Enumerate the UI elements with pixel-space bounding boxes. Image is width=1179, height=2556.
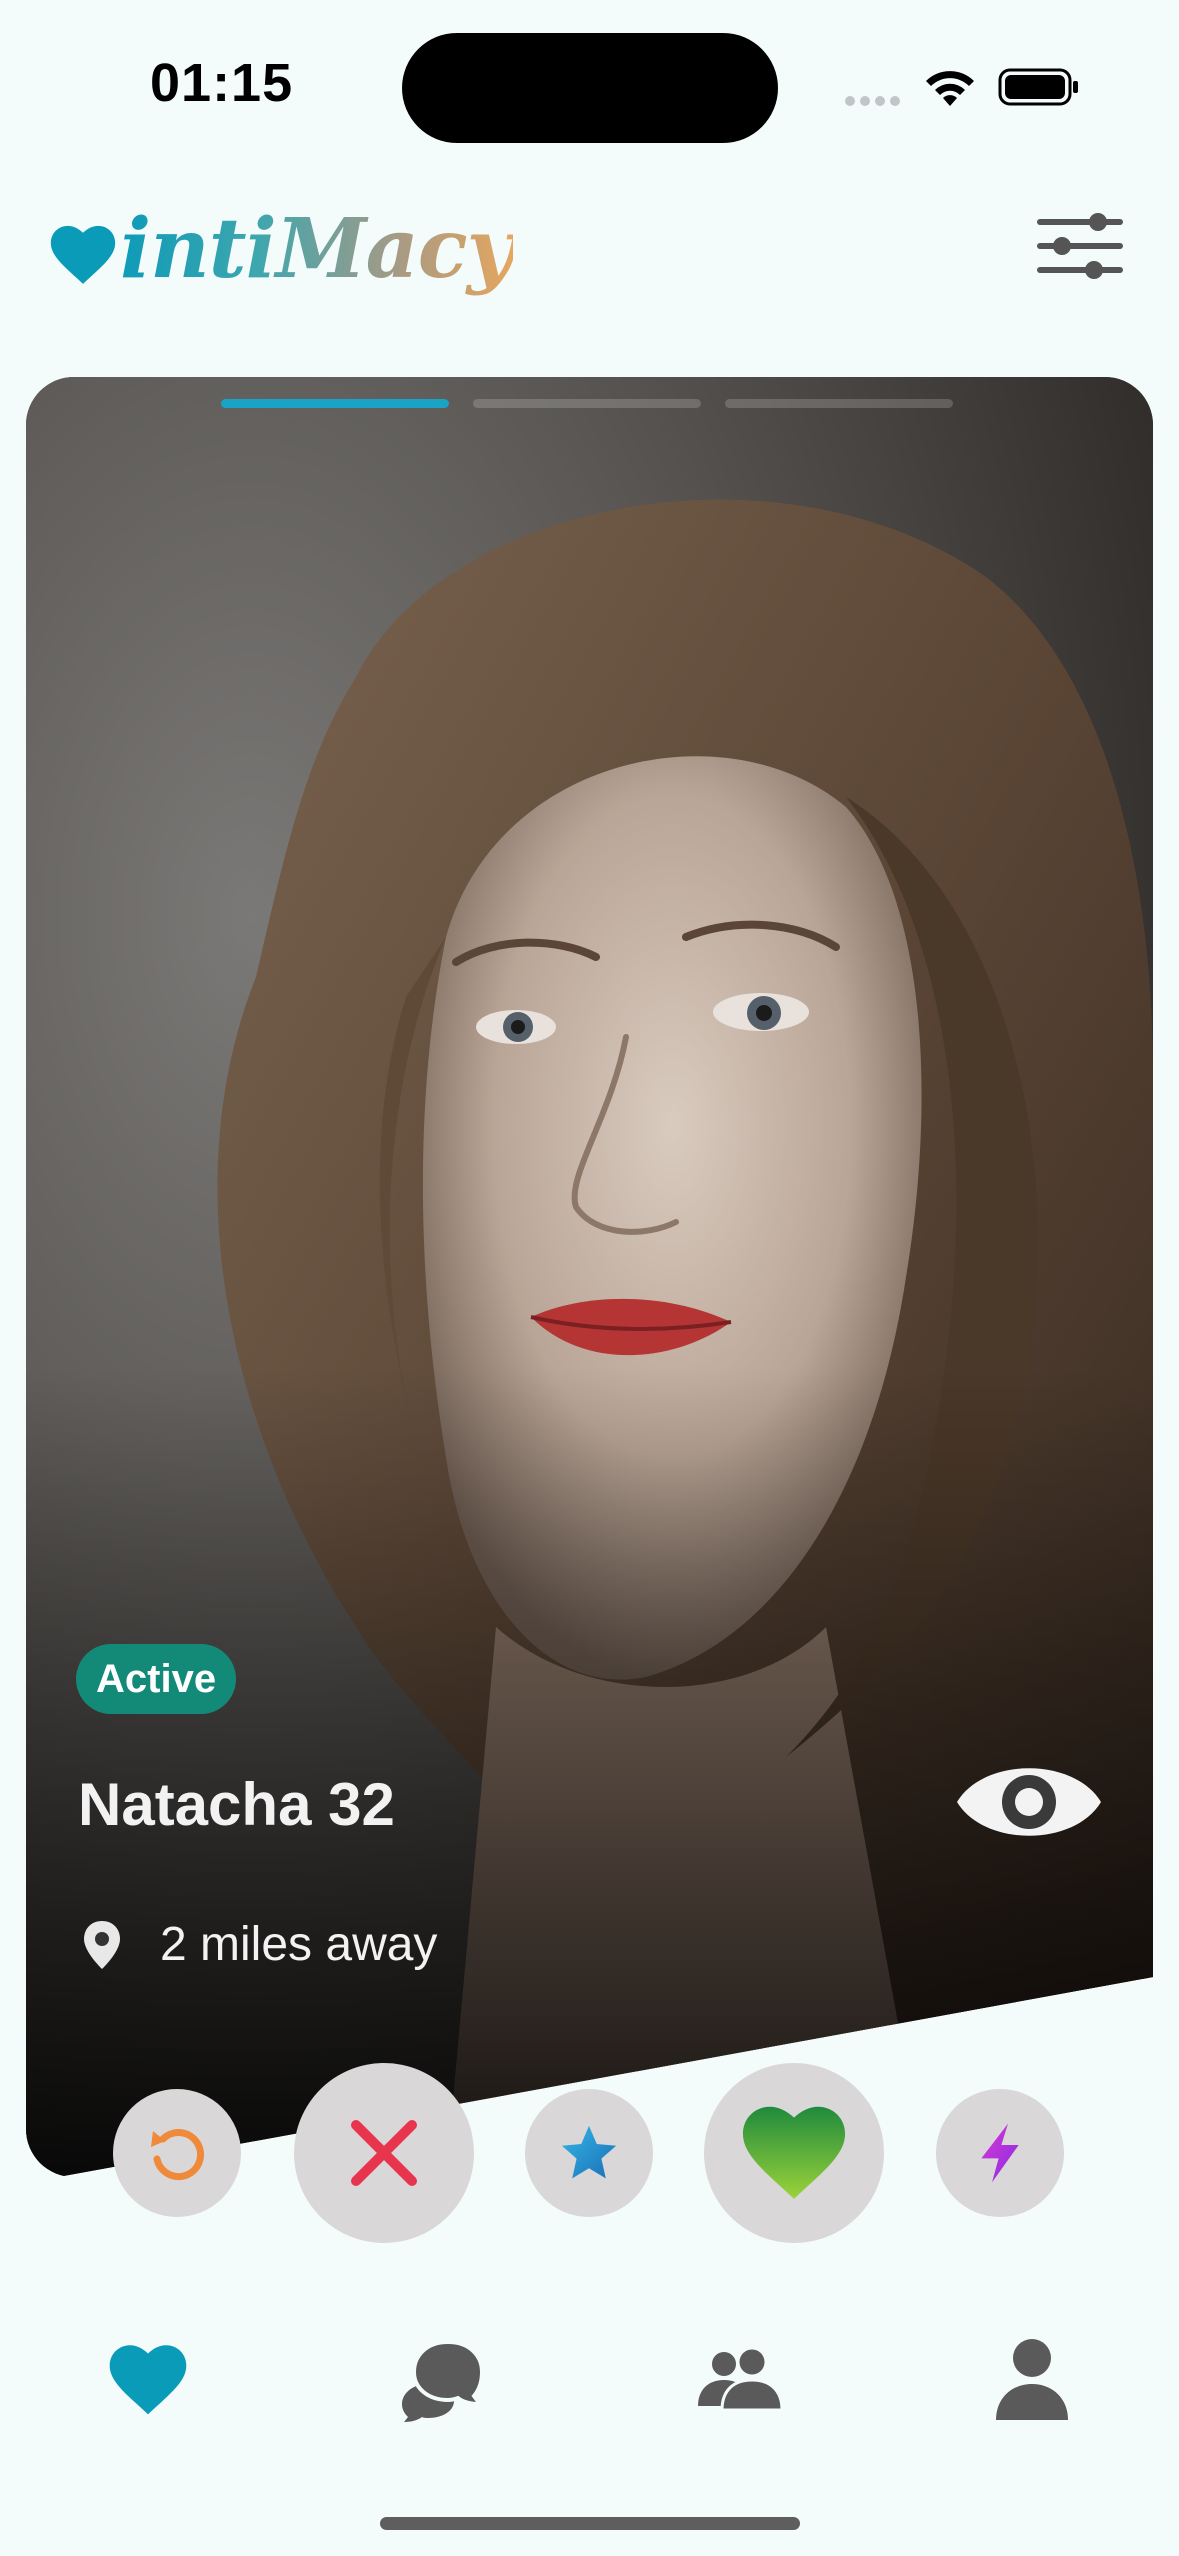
logo-heart-icon: [50, 225, 116, 284]
tab-profile[interactable]: [992, 2330, 1072, 2430]
profile-photo: [26, 377, 1153, 2177]
photo-progress: [221, 399, 953, 408]
heart-icon: [109, 2345, 187, 2415]
boost-button[interactable]: [936, 2089, 1064, 2217]
tab-matches[interactable]: [694, 2330, 784, 2430]
app-logo: intiMacy: [50, 200, 514, 310]
status-badge: Active: [76, 1644, 237, 1714]
battery-icon: [998, 68, 1078, 106]
tab-messages[interactable]: [396, 2330, 488, 2430]
status-time: 01:15: [150, 53, 294, 113]
location-pin-icon: [84, 1920, 120, 1969]
photo-progress-segment: [473, 399, 701, 408]
cellular-signal-icon: [845, 93, 905, 106]
dynamic-island: [402, 33, 778, 143]
app-name: intiMacy: [120, 201, 514, 297]
status-bar: 01:15: [0, 0, 1179, 170]
bolt-icon: [981, 2123, 1019, 2183]
profile-name-age: Natacha 32: [78, 1771, 395, 1838]
filter-settings-icon[interactable]: [1036, 208, 1124, 284]
dislike-button[interactable]: [294, 2063, 474, 2243]
undo-button[interactable]: [113, 2089, 241, 2217]
super-like-button[interactable]: [525, 2089, 653, 2217]
profile-card[interactable]: Active Natacha 32 2 miles away: [26, 377, 1153, 2177]
wifi-icon: [926, 71, 974, 106]
like-button[interactable]: [704, 2063, 884, 2243]
close-icon: [351, 2120, 417, 2186]
people-icon: [698, 2348, 784, 2412]
distance-label: 2 miles away: [160, 1918, 438, 1971]
photo-progress-segment: [221, 399, 449, 408]
heart-icon: [742, 2106, 846, 2199]
profile-location: 2 miles away: [82, 1917, 437, 1972]
eye-icon[interactable]: [954, 1752, 1104, 1852]
home-indicator[interactable]: [380, 2517, 800, 2530]
person-icon: [996, 2339, 1068, 2420]
tab-discover[interactable]: [100, 2330, 196, 2430]
undo-icon: [151, 2129, 205, 2181]
photo-progress-segment: [725, 399, 953, 408]
star-icon: [561, 2125, 617, 2179]
chat-icon: [402, 2339, 485, 2422]
